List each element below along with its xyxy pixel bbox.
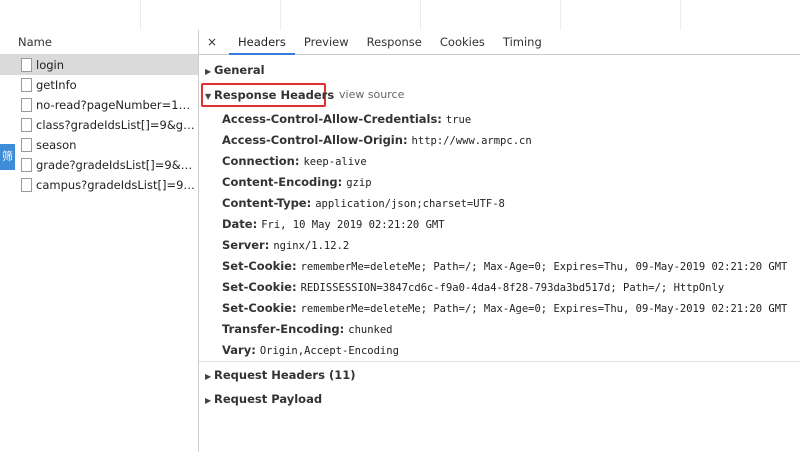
request-name: campus?gradeIdsList[]=9&gr... xyxy=(36,178,198,192)
header-name: Date: xyxy=(222,217,258,231)
caret-down-icon: ▼ xyxy=(205,92,212,101)
header-name: Connection: xyxy=(222,154,300,168)
tab-headers[interactable]: Headers xyxy=(229,30,295,55)
caret-right-icon: ▶ xyxy=(205,372,212,381)
file-icon xyxy=(21,118,32,132)
file-icon xyxy=(21,98,32,112)
request-item-grade[interactable]: grade?gradeIdsList[]=9&grad... xyxy=(0,155,198,175)
request-name: no-read?pageNumber=1&pa... xyxy=(36,98,198,112)
request-payload-section-toggle[interactable]: ▶ Request Payload xyxy=(205,392,322,406)
header-value: nginx/1.12.2 xyxy=(273,240,350,252)
header-name: Transfer-Encoding: xyxy=(222,322,345,336)
header-value: rememberMe=deleteMe; Path=/; Max-Age=0; … xyxy=(300,261,788,273)
header-value: keep-alive xyxy=(303,156,367,168)
request-item-no-read[interactable]: no-read?pageNumber=1&pa... xyxy=(0,95,198,115)
tab-timing[interactable]: Timing xyxy=(494,30,551,54)
section-title: Response Headers xyxy=(214,88,335,102)
request-item-login[interactable]: login xyxy=(0,55,198,75)
header-row: Transfer-Encoding: chunked xyxy=(222,319,787,340)
header-row: Access-Control-Allow-Credentials: true xyxy=(222,109,787,130)
section-title: Request Headers (11) xyxy=(214,368,356,382)
name-column-header[interactable]: Name xyxy=(0,30,198,55)
header-value: true xyxy=(445,114,472,126)
tab-cookies[interactable]: Cookies xyxy=(431,30,494,54)
header-row: Content-Type: application/json;charset=UT… xyxy=(222,193,787,214)
request-detail-panel: × Headers Preview Response Cookies Timin… xyxy=(199,30,800,452)
file-icon xyxy=(21,58,32,72)
header-name: Set-Cookie: xyxy=(222,259,297,273)
header-row: Set-Cookie: rememberMe=deleteMe; Path=/; … xyxy=(222,256,787,277)
tab-preview[interactable]: Preview xyxy=(295,30,358,54)
header-row: Set-Cookie: rememberMe=deleteMe; Path=/; … xyxy=(222,298,787,319)
response-headers-section-toggle[interactable]: ▼ Response Headers xyxy=(205,88,334,102)
header-value: rememberMe=deleteMe; Path=/; Max-Age=0; … xyxy=(300,303,788,315)
request-item-campus[interactable]: campus?gradeIdsList[]=9&gr... xyxy=(0,175,198,195)
page-toolbar-strip xyxy=(0,0,800,31)
header-row: Access-Control-Allow-Origin: http://www.a… xyxy=(222,130,787,151)
close-icon[interactable]: × xyxy=(207,30,217,54)
section-divider xyxy=(199,361,800,362)
tab-response[interactable]: Response xyxy=(358,30,431,54)
header-row: Vary: Origin,Accept-Encoding xyxy=(222,340,787,361)
toolbar-cell xyxy=(420,0,561,30)
request-item-getinfo[interactable]: getInfo xyxy=(0,75,198,95)
section-title: General xyxy=(214,63,265,77)
detail-tabs: Headers Preview Response Cookies Timing xyxy=(229,30,551,55)
header-name: Server: xyxy=(222,238,270,252)
header-row: Server: nginx/1.12.2 xyxy=(222,235,787,256)
header-value: http://www.armpc.cn xyxy=(411,135,532,147)
request-name: getInfo xyxy=(36,78,77,92)
header-value: Fri, 10 May 2019 02:21:20 GMT xyxy=(261,219,445,231)
request-name: login xyxy=(36,58,65,72)
header-name: Content-Type: xyxy=(222,196,312,210)
view-source-link[interactable]: view source xyxy=(339,88,404,101)
header-row: Content-Encoding: gzip xyxy=(222,172,787,193)
header-value: chunked xyxy=(348,324,393,336)
request-name: season xyxy=(36,138,77,152)
header-name: Content-Encoding: xyxy=(222,175,343,189)
request-headers-section-toggle[interactable]: ▶ Request Headers (11) xyxy=(205,368,355,382)
file-icon xyxy=(21,138,32,152)
file-icon xyxy=(21,78,32,92)
detail-tab-bar: × Headers Preview Response Cookies Timin… xyxy=(199,30,800,55)
file-icon xyxy=(21,158,32,172)
header-value: gzip xyxy=(346,177,372,189)
request-list-panel: Name login getInfo no-read?pageNumber=1&… xyxy=(0,30,199,452)
response-headers-list: Access-Control-Allow-Credentials: true Ac… xyxy=(222,109,787,361)
header-name: Set-Cookie: xyxy=(222,301,297,315)
request-name: grade?gradeIdsList[]=9&grad... xyxy=(36,158,198,172)
header-name: Access-Control-Allow-Credentials: xyxy=(222,112,442,126)
request-list: login getInfo no-read?pageNumber=1&pa...… xyxy=(0,55,198,195)
header-value: REDISSESSION=3847cd6c-f9a0-4da4-8f28-793… xyxy=(300,282,725,294)
header-value: application/json;charset=UTF-8 xyxy=(315,198,505,210)
side-filter-tab[interactable]: 筛 xyxy=(0,144,15,170)
header-name: Vary: xyxy=(222,343,256,357)
header-value: Origin,Accept-Encoding xyxy=(259,345,399,357)
header-row: Set-Cookie: REDISSESSION=3847cd6c-f9a0-4d… xyxy=(222,277,787,298)
header-row: Date: Fri, 10 May 2019 02:21:20 GMT xyxy=(222,214,787,235)
header-row: Connection: keep-alive xyxy=(222,151,787,172)
caret-right-icon: ▶ xyxy=(205,67,212,76)
toolbar-cell xyxy=(0,0,141,30)
general-section-toggle[interactable]: ▶ General xyxy=(205,63,265,77)
toolbar-cell xyxy=(560,0,681,30)
request-item-season[interactable]: season xyxy=(0,135,198,155)
request-item-class[interactable]: class?gradeIdsList[]=9&grade... xyxy=(0,115,198,135)
file-icon xyxy=(21,178,32,192)
request-name: class?gradeIdsList[]=9&grade... xyxy=(36,118,198,132)
header-name: Set-Cookie: xyxy=(222,280,297,294)
section-title: Request Payload xyxy=(214,392,323,406)
header-name: Access-Control-Allow-Origin: xyxy=(222,133,408,147)
toolbar-cell xyxy=(280,0,421,30)
toolbar-cell xyxy=(140,0,281,30)
caret-right-icon: ▶ xyxy=(205,396,212,405)
